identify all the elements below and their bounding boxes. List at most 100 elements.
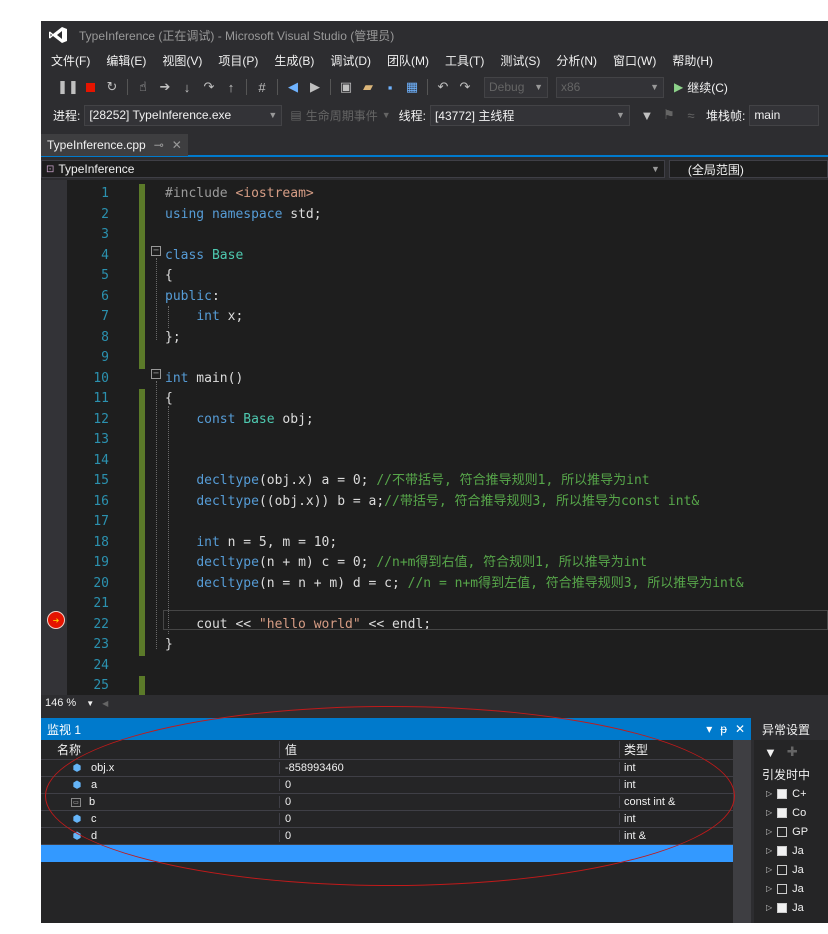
expand-icon[interactable]: ▷ (766, 903, 772, 912)
collapse-threads-icon[interactable]: ≈ (680, 104, 702, 126)
window-options-icon[interactable]: ▾ (706, 722, 712, 736)
platform-dropdown[interactable]: x86 ▼ (556, 76, 664, 98)
menu-item[interactable]: 帮助(H) (664, 52, 721, 69)
menu-item[interactable]: 工具(T) (437, 52, 492, 69)
menu-bar: 文件(F) 编辑(E) 视图(V) 项目(P) 生成(B) 调试(D) 团队(M) 工具(T)… (41, 49, 828, 71)
stack-frame-dropdown[interactable]: main (749, 104, 820, 126)
lifecycle-label: 生命周期事件 (305, 108, 378, 123)
menu-item[interactable]: 视图(V) (154, 52, 210, 69)
exception-checkbox[interactable] (777, 902, 788, 913)
exception-item[interactable]: ▷ Ja (754, 841, 828, 860)
save-icon[interactable]: ▪ (379, 76, 401, 98)
collapse-class-icon[interactable]: − (151, 246, 161, 256)
restart-icon[interactable]: ↻ (101, 76, 123, 98)
lifecycle-events-button[interactable]: ▤ 生命周期事件 ▼ (290, 107, 390, 124)
exception-item[interactable]: ▷ Ja (754, 860, 828, 879)
stack-frame-label: 堆栈帧: (705, 108, 746, 123)
exception-item[interactable]: ▷ Ja (754, 898, 828, 917)
expand-icon[interactable]: ▷ (766, 846, 772, 855)
continue-button[interactable]: ▶ 继续(C) (674, 79, 728, 96)
change-indicator (139, 204, 145, 225)
menu-item[interactable]: 文件(F) (43, 52, 98, 69)
zoom-level[interactable]: 146 % (45, 697, 76, 709)
menu-item[interactable]: 调试(D) (322, 52, 379, 69)
line-number: 15 (93, 473, 109, 488)
watch-scrollbar[interactable] (733, 740, 751, 923)
code-line: 9 (41, 348, 828, 369)
pin-window-icon[interactable]: ᵽ (720, 722, 727, 736)
exception-checkbox[interactable] (777, 826, 788, 837)
stop-icon[interactable] (79, 76, 101, 98)
configuration-dropdown[interactable]: Debug ▼ (484, 76, 548, 98)
close-tab-icon[interactable]: ✕ (172, 138, 182, 152)
thread-dropdown[interactable]: [43772] 主线程 ▼ (429, 104, 630, 126)
code-token: #include (165, 186, 236, 201)
flag-icon[interactable]: ⚑ (658, 104, 680, 126)
exception-checkbox[interactable] (777, 788, 788, 799)
menu-item[interactable]: 窗口(W) (605, 52, 664, 69)
change-indicator (139, 286, 145, 307)
current-line-highlight (163, 610, 828, 630)
exception-checkbox[interactable] (777, 883, 788, 894)
pause-icon[interactable]: ❚❚ (57, 76, 79, 98)
change-indicator (139, 225, 145, 246)
scope-dropdown[interactable]: (全局范围) (668, 160, 828, 178)
exception-checkbox[interactable] (777, 845, 788, 856)
exception-item[interactable]: ▷ Ja (754, 879, 828, 898)
filter-icon[interactable]: ▼ (636, 104, 658, 126)
step-into-icon[interactable]: ↓ (176, 76, 198, 98)
open-file-icon[interactable]: ▰ (357, 76, 379, 98)
exception-item[interactable]: ▷ GP (754, 822, 828, 841)
step-over-icon[interactable]: ↷ (198, 76, 220, 98)
exception-checkbox[interactable] (777, 807, 788, 818)
menu-item[interactable]: 项目(P) (210, 52, 266, 69)
expand-icon[interactable]: ▷ (766, 789, 772, 798)
exception-item[interactable]: ▷ C+ (754, 784, 828, 803)
menu-item[interactable]: 生成(B) (266, 52, 322, 69)
add-icon[interactable]: ✚ (787, 744, 798, 760)
close-window-icon[interactable]: ✕ (735, 722, 745, 736)
scroll-left-icon[interactable]: ◀ (102, 699, 108, 708)
pin-icon[interactable]: ⊸ (154, 138, 164, 152)
process-dropdown[interactable]: [28252] TypeInference.exe ▼ (84, 104, 283, 126)
exception-item[interactable]: ▷ Co (754, 803, 828, 822)
show-next-statement-icon[interactable]: ➔ (154, 76, 176, 98)
menu-item[interactable]: 测试(S) (492, 52, 548, 69)
code-editor[interactable]: 1 #include <iostream> 2 using namespace std… (41, 180, 828, 697)
menu-item[interactable]: 编辑(E) (98, 52, 154, 69)
expand-icon[interactable]: ▷ (766, 884, 772, 893)
undo-icon[interactable]: ↶ (432, 76, 454, 98)
menu-item[interactable]: 分析(N) (548, 52, 605, 69)
code-token: { (165, 391, 173, 406)
menu-item[interactable]: 团队(M) (379, 52, 437, 69)
outline-guide (156, 381, 157, 649)
code-token: const (196, 411, 236, 427)
code-token: n = 5, m = 10; (219, 534, 338, 550)
exception-checkbox[interactable] (777, 864, 788, 875)
expand-icon[interactable]: ▷ (766, 865, 772, 874)
collapse-main-icon[interactable]: − (151, 369, 161, 379)
navigate-forward-icon[interactable]: ▶ (304, 76, 326, 98)
code-text: { (165, 266, 173, 287)
filter-icon[interactable]: ▼ (764, 745, 777, 760)
expand-icon[interactable]: ▷ (766, 827, 772, 836)
redo-icon[interactable]: ↷ (454, 76, 476, 98)
code-line: 16 decltype((obj.x)) b = a;//带括号, 符合推导规则… (41, 491, 828, 512)
chevron-down-icon[interactable]: ▼ (86, 699, 94, 708)
save-all-icon[interactable]: ▦ (401, 76, 423, 98)
hand-icon[interactable]: ☝ (132, 76, 154, 98)
code-line: 17 (41, 512, 828, 533)
tab-typeinference-cpp[interactable]: TypeInference.cpp ⊸ ✕ (41, 134, 188, 156)
change-indicator (139, 430, 145, 451)
project-dropdown[interactable]: ⊡ TypeInference ▼ (41, 160, 665, 178)
step-out-icon[interactable]: ↑ (220, 76, 242, 98)
indent-guide (168, 306, 169, 328)
navigate-back-icon[interactable]: ◀ (282, 76, 304, 98)
hex-display-icon[interactable]: # (251, 76, 273, 98)
new-project-icon[interactable]: ▣ (335, 76, 357, 98)
expand-icon[interactable]: ▷ (766, 808, 772, 817)
code-token: decltype (196, 473, 259, 488)
code-token: int (165, 370, 189, 386)
code-text: int x; (165, 307, 243, 328)
current-statement-breakpoint-icon[interactable]: ➔ (47, 611, 65, 629)
